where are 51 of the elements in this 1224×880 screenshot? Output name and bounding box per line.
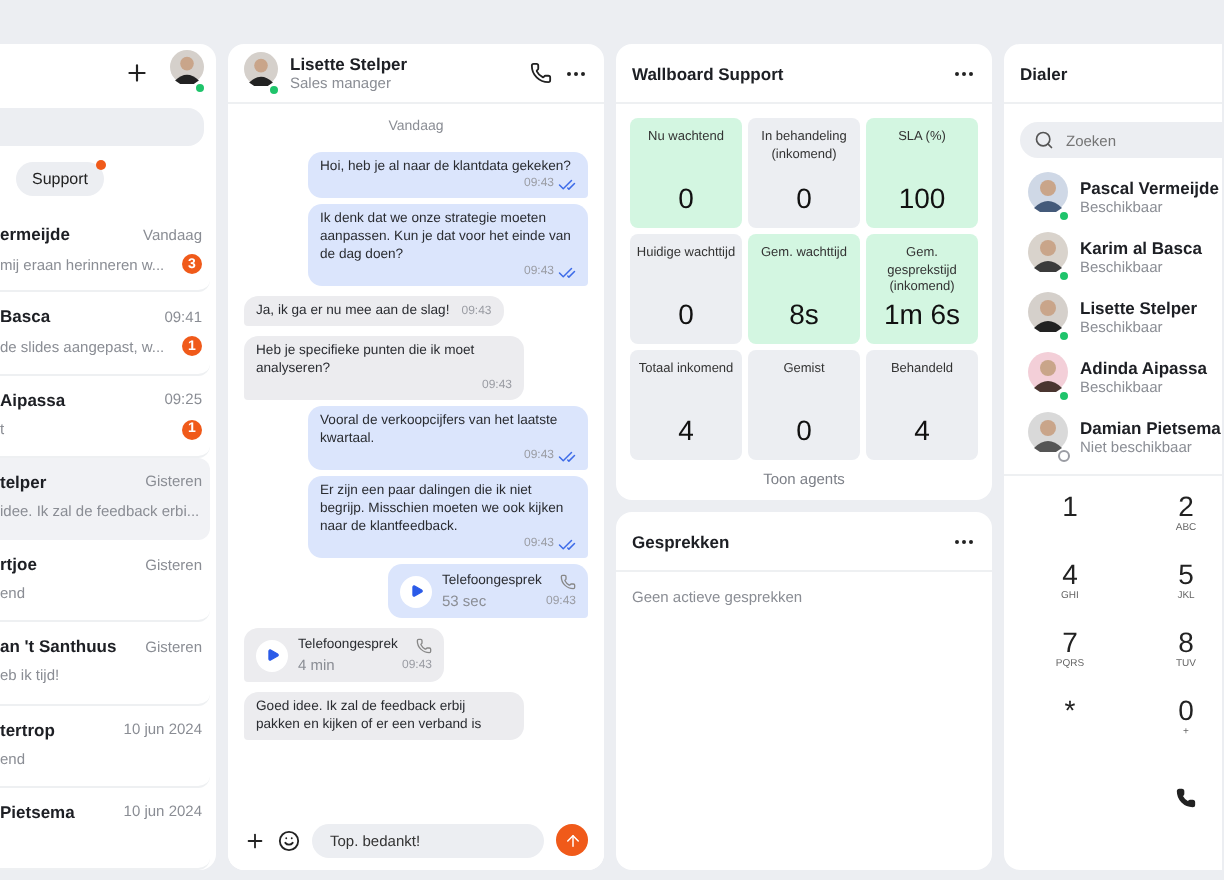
contact-name: rtjoe — [0, 554, 37, 575]
contact-name: Lisette Stelper — [1080, 297, 1200, 317]
panel-title: Gesprekken — [632, 531, 730, 551]
stat-value: 8s — [789, 298, 819, 330]
stat-value: 0 — [796, 182, 812, 214]
contact-name: an 't Santhuus — [0, 636, 117, 657]
contact-name: Damian Pietsema — [1080, 417, 1222, 437]
stat-value: 1m 6s — [883, 298, 961, 330]
send-button[interactable] — [556, 824, 588, 856]
phone-button[interactable] — [530, 62, 552, 84]
keypad-key[interactable]: 1 — [1012, 492, 1128, 560]
contact-name: Pascal Vermeijde — [1080, 177, 1221, 197]
phone-icon — [560, 573, 576, 589]
add-button[interactable] — [244, 829, 266, 851]
avatar-icon — [1028, 171, 1068, 211]
contact-name: tertrop — [0, 719, 55, 740]
contact-name: telper — [0, 471, 47, 492]
emoji-button[interactable] — [278, 829, 300, 851]
new-chat-button[interactable] — [124, 59, 150, 86]
arrow-up-icon — [563, 831, 581, 849]
panel-title: Wallboard Support — [632, 63, 784, 83]
phone-icon — [416, 637, 432, 653]
stat-value: 4 — [678, 414, 694, 446]
stat-value: 0 — [678, 298, 694, 330]
avatar-icon — [1028, 291, 1068, 331]
stat-value: 0 — [796, 414, 812, 446]
play-icon — [409, 584, 423, 598]
status-dot — [194, 82, 206, 95]
keypad-key[interactable]: * — [1012, 696, 1128, 764]
contact-name: Pietsema — [0, 801, 75, 822]
stat-value: 100 — [898, 182, 946, 214]
stat-value: 4 — [914, 414, 930, 446]
contact-name: Adinda Aipassa — [1080, 357, 1209, 377]
play-icon — [265, 648, 279, 662]
play-button[interactable] — [400, 575, 432, 607]
contact-name: Aipassa — [0, 389, 66, 410]
contact-name: Lisette Stelper — [290, 54, 410, 74]
play-button[interactable] — [256, 639, 288, 671]
contact-name: ermeijde — [0, 224, 70, 245]
panel-title: Dialer — [1020, 63, 1068, 83]
avatar-icon — [1028, 231, 1068, 271]
contact-name: Karim al Basca — [1080, 237, 1204, 257]
contact-name: Basca — [0, 306, 51, 327]
avatar-icon — [1028, 351, 1068, 391]
filter-chip[interactable]: Support — [16, 161, 105, 196]
search-icon — [1034, 130, 1054, 150]
phone-icon — [1176, 788, 1196, 808]
avatar-icon — [170, 50, 204, 85]
avatar-icon — [244, 51, 278, 85]
stat-value: 0 — [678, 182, 694, 214]
avatar-icon — [1028, 411, 1068, 451]
